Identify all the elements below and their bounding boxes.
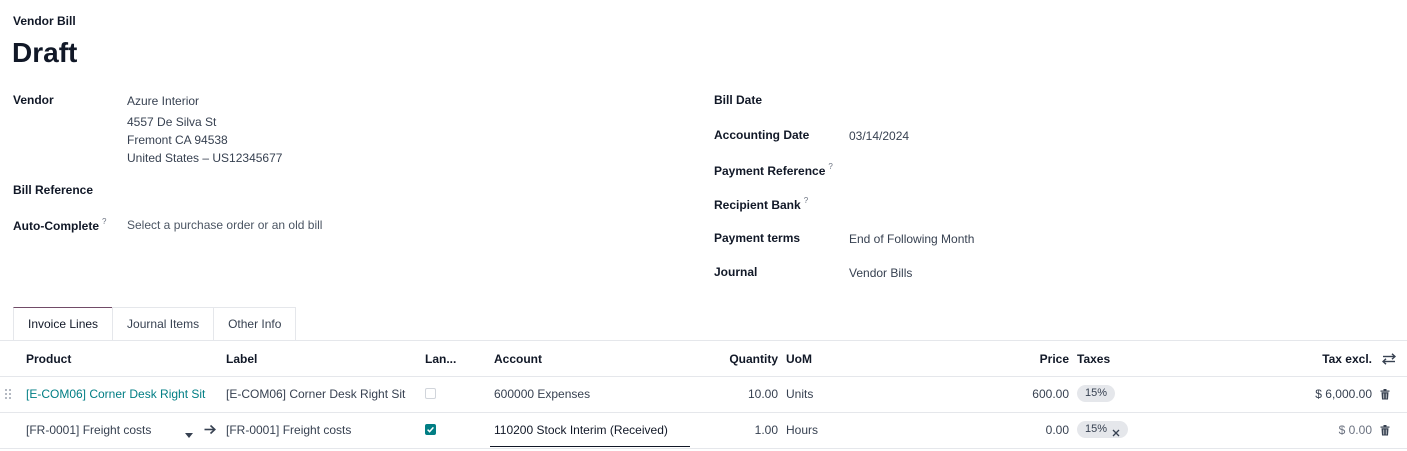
row-uom-input[interactable]: Hours (786, 423, 818, 437)
row-uom[interactable]: Units (786, 387, 813, 401)
row-landed-costs-checkbox[interactable] (425, 388, 436, 399)
row-landed-costs-checkbox[interactable] (425, 424, 436, 435)
column-header-uom[interactable]: UoM (786, 352, 812, 366)
column-header-quantity[interactable]: Quantity (690, 352, 778, 366)
column-header-landed-costs[interactable]: Lan... (425, 352, 456, 366)
tax-badge-label: 15% (1085, 423, 1108, 435)
payment-reference-input[interactable] (849, 158, 1149, 178)
accounting-date-input[interactable]: 03/14/2024 (849, 129, 909, 143)
trash-icon[interactable] (1380, 425, 1390, 436)
journal-select[interactable]: Vendor Bills (849, 266, 912, 280)
vendor-name[interactable]: Azure Interior (127, 94, 282, 112)
help-icon[interactable]: ? (102, 217, 106, 226)
payment-reference-label-text: Payment Reference (714, 164, 826, 178)
tab-divider (0, 340, 1407, 341)
bill-reference-label: Bill Reference (13, 183, 94, 197)
remove-tag-icon[interactable] (1112, 426, 1120, 436)
column-header-account[interactable]: Account (494, 352, 542, 366)
vendor-address-line: United States – US12345677 (127, 151, 283, 165)
row-price[interactable]: 600.00 (980, 387, 1069, 401)
bill-date-label: Bill Date (714, 93, 763, 107)
recipient-bank-label-text: Recipient Bank (714, 198, 801, 212)
row-product-input[interactable]: [FR-0001] Freight costs (26, 423, 151, 437)
optional-columns-toggle-icon[interactable] (1381, 352, 1397, 366)
caret-down-icon[interactable] (185, 428, 194, 438)
payment-terms-select[interactable]: End of Following Month (849, 232, 974, 246)
drag-handle-icon[interactable] (4, 388, 12, 400)
table-row[interactable]: [E-COM06] Corner Desk Right Sit [E-COM06… (0, 377, 1407, 412)
tab-journal-items[interactable]: Journal Items (112, 307, 215, 340)
journal-label: Journal (714, 265, 758, 279)
row-quantity[interactable]: 10.00 (690, 387, 778, 401)
column-header-product[interactable]: Product (26, 352, 71, 366)
row-subtotal: $ 6,000.00 (1315, 387, 1372, 401)
row-account-input[interactable]: 110200 Stock Interim (Received) (494, 423, 668, 437)
auto-complete-label-text: Auto-Complete (13, 219, 99, 233)
row-divider (0, 448, 1407, 449)
vendor-label: Vendor (13, 93, 54, 107)
recipient-bank-label: Recipient Bank? (714, 196, 808, 212)
vendor-address-line: Fremont CA 94538 (127, 133, 228, 147)
row-label-input[interactable]: [FR-0001] Freight costs (226, 423, 351, 437)
accounting-date-label: Accounting Date (714, 128, 810, 142)
help-icon[interactable]: ? (828, 162, 832, 171)
notebook-tabs: Invoice Lines Journal Items Other Info (13, 307, 297, 341)
payment-terms-label: Payment terms (714, 231, 801, 245)
row-product[interactable]: [E-COM06] Corner Desk Right Sit (26, 387, 205, 401)
column-header-price[interactable]: Price (980, 352, 1069, 366)
recipient-bank-input[interactable] (849, 192, 1149, 212)
page-title: Draft (12, 37, 78, 68)
column-header-tax-excl[interactable]: Tax excl. (1260, 352, 1372, 366)
table-row[interactable]: [FR-0001] Freight costs [FR-0001] Freigh… (0, 413, 1407, 448)
auto-complete-label: Auto-Complete? (13, 217, 106, 233)
tax-badge: 15% (1077, 421, 1129, 438)
help-icon[interactable]: ? (804, 196, 808, 205)
row-subtotal: $ 0.00 (1338, 423, 1372, 437)
row-quantity-input[interactable]: 1.00 (690, 423, 778, 437)
bill-reference-input[interactable] (127, 180, 687, 200)
auto-complete-input[interactable]: Select a purchase order or an old bill (127, 218, 322, 232)
trash-icon[interactable] (1380, 389, 1390, 400)
column-header-taxes[interactable]: Taxes (1077, 352, 1110, 366)
bill-date-input[interactable] (849, 90, 1149, 110)
document-type: Vendor Bill (13, 14, 76, 28)
row-label[interactable]: [E-COM06] Corner Desk Right Sit (226, 387, 405, 401)
tab-other-info[interactable]: Other Info (213, 307, 297, 340)
row-price-input[interactable]: 0.00 (980, 423, 1069, 437)
tab-invoice-lines[interactable]: Invoice Lines (13, 307, 114, 341)
tax-badge-label: 15% (1085, 387, 1108, 399)
row-account[interactable]: 600000 Expenses (494, 387, 590, 401)
vendor-field[interactable]: Azure Interior 4557 De Silva St Fremont … (127, 94, 282, 169)
internal-link-arrow-icon[interactable] (204, 424, 216, 435)
account-input-underline (490, 446, 690, 447)
tax-badge[interactable]: 15% (1077, 385, 1116, 402)
payment-reference-label: Payment Reference? (714, 162, 833, 178)
column-header-label[interactable]: Label (226, 352, 257, 366)
vendor-address-line: 4557 De Silva St (127, 115, 217, 129)
